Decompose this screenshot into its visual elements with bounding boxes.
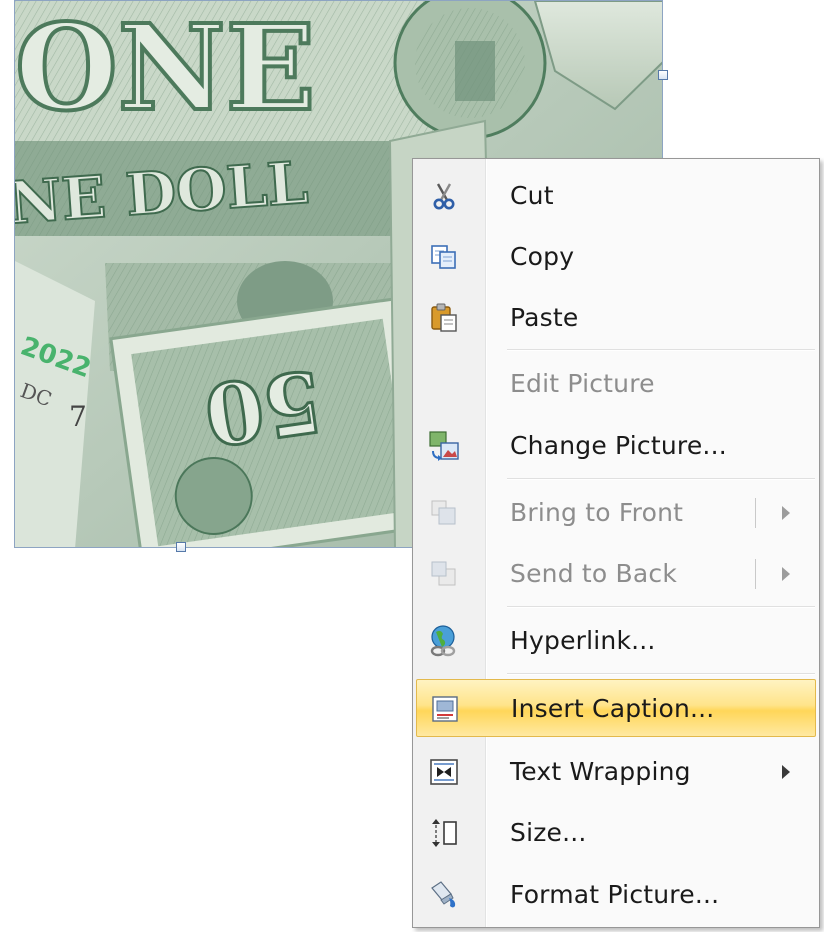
menu-item-change-picture[interactable]: Change Picture... [416,417,816,475]
paste-icon [428,302,460,334]
menu-item-send-to-back[interactable]: Send to Back [416,545,816,603]
menu-item-label: Format Picture... [510,880,720,909]
menu-item-paste[interactable]: Paste [416,289,816,347]
menu-item-bring-to-front[interactable]: Bring to Front [416,484,816,542]
menu-item-label: Size... [510,818,587,847]
menu-item-label: Paste [510,303,579,332]
menu-item-label: Insert Caption... [511,694,715,723]
resize-handle-bottom-center[interactable] [176,542,186,552]
insert-caption-icon [429,693,461,725]
svg-text:50: 50 [199,351,329,465]
menu-separator [507,606,815,608]
context-menu: Cut Copy Paste Edit Picture Change Pictu… [412,158,820,928]
size-icon [428,817,460,849]
hyperlink-globe-icon [428,625,460,657]
menu-item-cut[interactable]: Cut [416,167,816,225]
format-picture-icon [428,879,460,911]
submenu-split-divider [755,498,756,528]
resize-handle-top-right[interactable] [658,70,668,80]
menu-item-copy[interactable]: Copy [416,228,816,286]
submenu-arrow-icon [782,765,790,779]
svg-text:ONE: ONE [15,1,316,137]
menu-item-edit-picture[interactable]: Edit Picture [416,355,816,413]
submenu-arrow-icon[interactable] [782,567,790,581]
menu-item-insert-caption[interactable]: Insert Caption... [416,679,816,737]
menu-item-label: Edit Picture [510,369,655,398]
menu-item-label: Copy [510,242,575,271]
menu-item-label: Hyperlink... [510,626,656,655]
menu-separator [507,673,815,675]
menu-item-label: Cut [510,181,554,210]
menu-item-text-wrapping[interactable]: Text Wrapping [416,743,816,801]
submenu-split-divider [755,559,756,589]
menu-item-format-picture[interactable]: Format Picture... [416,866,816,924]
copy-icon [428,241,460,273]
menu-item-label: Text Wrapping [510,757,691,786]
text-wrapping-icon [428,756,460,788]
svg-text:7: 7 [69,400,87,433]
menu-item-label: Change Picture... [510,431,727,460]
menu-item-hyperlink[interactable]: Hyperlink... [416,612,816,670]
menu-item-label: Send to Back [510,559,678,588]
change-picture-icon [428,430,460,462]
submenu-arrow-icon[interactable] [782,506,790,520]
menu-separator [507,349,815,351]
bring-to-front-icon [428,497,460,529]
send-to-back-icon [428,558,460,590]
scissors-icon [428,180,460,212]
menu-item-label: Bring to Front [510,498,684,527]
menu-item-size[interactable]: Size... [416,804,816,862]
menu-separator [507,478,815,480]
